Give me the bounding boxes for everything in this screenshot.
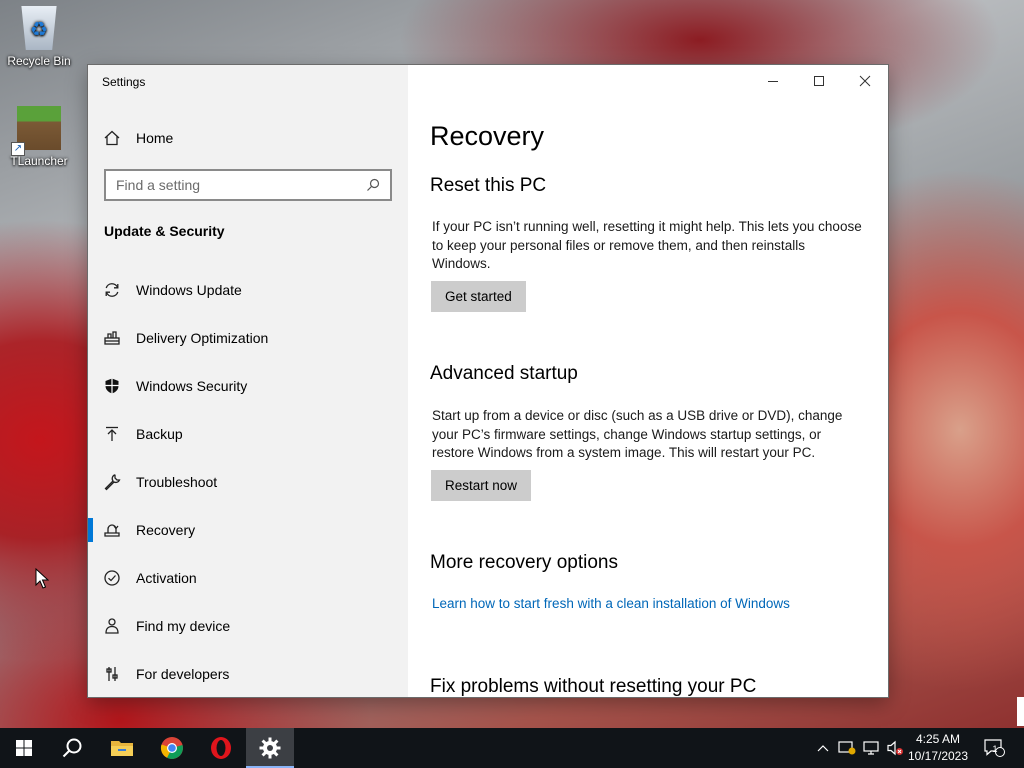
sidebar-item-label: Home: [136, 130, 174, 146]
fix-problems-heading: Fix problems without resetting your PC: [430, 676, 757, 697]
developer-sliders-icon: [88, 665, 136, 683]
desktop-icon-tlauncher[interactable]: ↗ TLauncher: [1, 106, 77, 168]
clock-date: 10/17/2023: [907, 749, 969, 763]
reset-heading: Reset this PC: [430, 175, 547, 196]
desktop-icon-recycle-bin[interactable]: ♻ Recycle Bin: [1, 6, 77, 68]
svg-text:♻: ♻: [30, 17, 48, 41]
sidebar-item-troubleshoot[interactable]: Troubleshoot: [88, 458, 408, 506]
chevron-up-icon: [817, 745, 829, 752]
desktop-icon-label: TLauncher: [10, 154, 68, 168]
tray-security-icon-button[interactable]: [836, 728, 858, 768]
content-pane: Recovery Reset this PC If your PC isn’t …: [408, 65, 888, 697]
shield-icon: [88, 377, 136, 395]
settings-window: Settings Home Update & Security Windows …: [88, 65, 888, 697]
reset-description: If your PC isn’t running well, resetting…: [432, 219, 862, 271]
sidebar-item-label: Troubleshoot: [136, 474, 218, 490]
close-icon: [859, 75, 871, 87]
backup-arrow-icon: [88, 425, 136, 443]
clock-time: 4:25 AM: [915, 732, 961, 746]
tray-volume-button[interactable]: [884, 728, 906, 768]
windows-logo-icon: [16, 740, 32, 756]
offscreen-window-edge: [1017, 697, 1024, 726]
sidebar-item-label: Find my device: [136, 618, 231, 634]
desktop-icon-label: Recycle Bin: [7, 54, 71, 68]
sidebar-item-home[interactable]: Home: [88, 123, 408, 153]
wrench-icon: [88, 473, 136, 491]
search-icon: [62, 738, 82, 758]
home-icon: [88, 129, 136, 147]
sidebar-item-windows-security[interactable]: Windows Security: [88, 362, 408, 410]
taskbar: 4:25 AM 10/17/2023 1: [0, 728, 1024, 768]
advanced-startup-description: Start up from a device or disc (such as …: [432, 408, 843, 460]
sidebar-item-label: Windows Update: [136, 282, 242, 298]
sidebar-item-activation[interactable]: Activation: [88, 554, 408, 602]
search-input[interactable]: [116, 177, 366, 193]
action-center-button[interactable]: 1: [978, 728, 1010, 768]
sidebar-item-label: Recovery: [136, 522, 196, 538]
start-button[interactable]: [0, 728, 48, 768]
taskbar-clock[interactable]: 4:25 AM 10/17/2023: [904, 731, 972, 765]
search-box[interactable]: [104, 169, 392, 201]
clean-install-link[interactable]: Learn how to start fresh with a clean in…: [432, 596, 790, 611]
page-title: Recovery: [430, 121, 545, 151]
settings-gear-icon: [259, 737, 281, 759]
search-icon: [367, 178, 380, 191]
taskbar-search-button[interactable]: [48, 728, 96, 768]
chrome-icon: [160, 737, 183, 759]
sidebar-item-label: Activation: [136, 570, 197, 586]
recycle-bin-icon: ♻: [21, 6, 57, 50]
file-explorer-icon: [111, 741, 133, 756]
refresh-icon: [88, 281, 136, 299]
sidebar-item-label: Windows Security: [136, 378, 248, 394]
sidebar-item-label: For developers: [136, 666, 230, 682]
advanced-startup-heading: Advanced startup: [430, 363, 578, 384]
taskbar-file-explorer[interactable]: [98, 728, 146, 768]
sidebar-item-delivery-optimization[interactable]: Delivery Optimization: [88, 314, 408, 362]
windows-security-tray-icon: [838, 741, 856, 755]
tray-network-button[interactable]: [860, 728, 882, 768]
sidebar-item-windows-update[interactable]: Windows Update: [88, 266, 408, 314]
minimize-icon: [768, 81, 778, 82]
sidebar-item-label: Delivery Optimization: [136, 330, 269, 346]
taskbar-settings[interactable]: [246, 728, 294, 768]
sidebar-item-backup[interactable]: Backup: [88, 410, 408, 458]
sidebar: Settings Home Update & Security Windows …: [88, 65, 408, 697]
show-hidden-icons-button[interactable]: [812, 728, 834, 768]
tlauncher-icon: ↗: [11, 106, 61, 156]
shortcut-arrow-icon: ↗: [11, 142, 25, 156]
mouse-cursor-icon: [35, 568, 49, 589]
maximize-button[interactable]: [796, 65, 842, 97]
sidebar-nav-list: Windows Update Delivery Optimization Win…: [88, 266, 408, 697]
delivery-optimization-icon: [88, 329, 136, 347]
person-pin-icon: [88, 617, 136, 635]
window-title: Settings: [102, 75, 146, 89]
restart-now-button[interactable]: Restart now: [431, 470, 532, 501]
maximize-icon: [814, 76, 824, 86]
taskbar-opera[interactable]: [197, 728, 245, 768]
sidebar-item-recovery[interactable]: Recovery: [88, 506, 408, 554]
recovery-icon: [88, 521, 136, 539]
close-button[interactable]: [842, 65, 888, 97]
sidebar-item-label: Backup: [136, 426, 183, 442]
network-icon: [863, 741, 879, 755]
sidebar-item-find-my-device[interactable]: Find my device: [88, 602, 408, 650]
volume-muted-icon: [887, 740, 903, 756]
more-recovery-heading: More recovery options: [430, 552, 618, 573]
notification-count-badge: 1: [992, 744, 998, 754]
minimize-button[interactable]: [750, 65, 796, 97]
sidebar-item-for-developers[interactable]: For developers: [88, 650, 408, 697]
check-circle-icon: [88, 569, 136, 587]
opera-icon: [211, 737, 231, 759]
taskbar-chrome[interactable]: [148, 728, 196, 768]
section-title: Update & Security: [104, 223, 225, 239]
get-started-button[interactable]: Get started: [431, 281, 526, 312]
